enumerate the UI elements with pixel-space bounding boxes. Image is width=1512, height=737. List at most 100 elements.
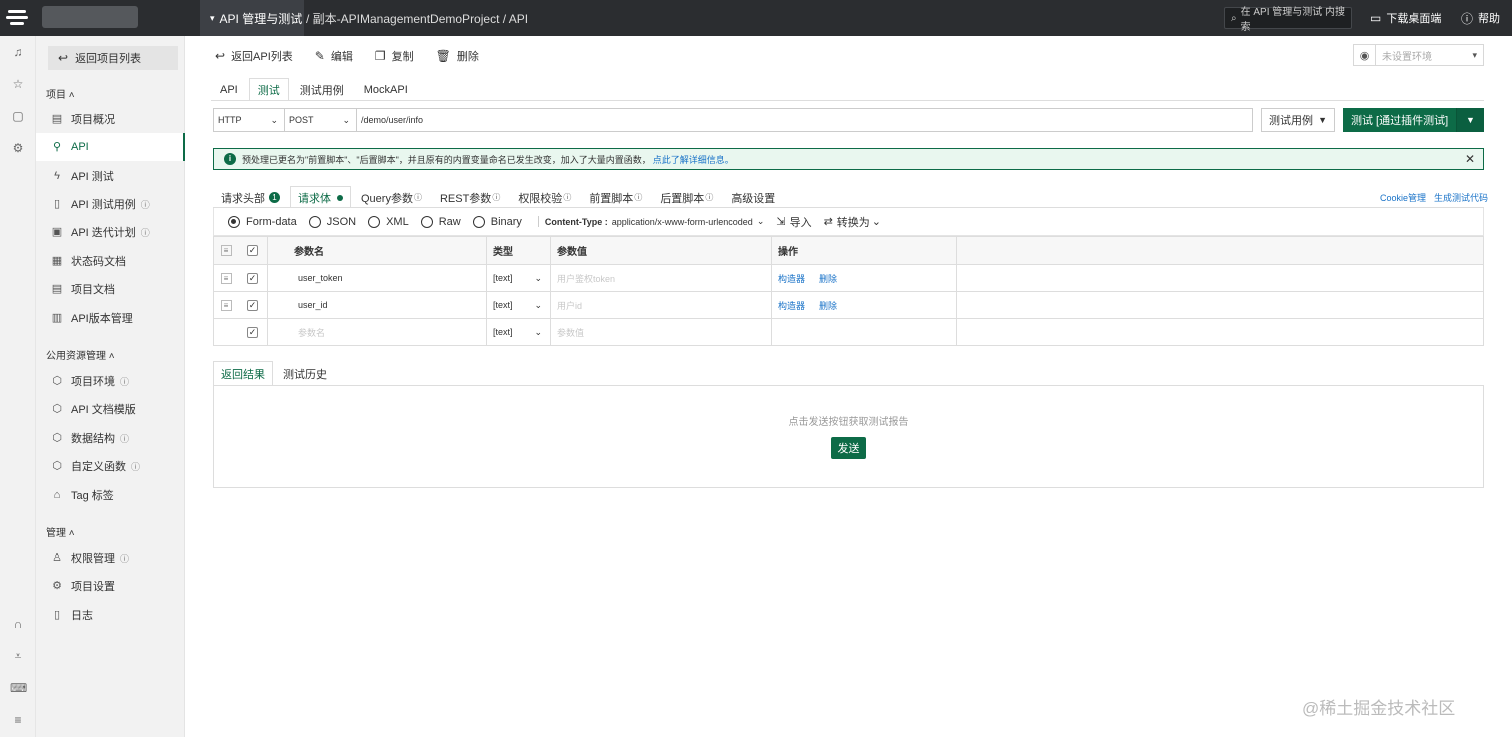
import-button[interactable]: ⇲ 导入: [776, 214, 811, 230]
blurred-account-name[interactable]: [42, 6, 138, 28]
section-manage[interactable]: 管理 ˄: [46, 524, 75, 539]
sidebar-item-project-settings[interactable]: ⚙ 项目设置: [36, 572, 185, 600]
toolbar-label: 复制: [391, 51, 414, 63]
tab-advanced[interactable]: 高级设置: [723, 186, 783, 208]
gear-icon[interactable]: ⚙: [10, 140, 26, 156]
param-name-input[interactable]: 参数名: [268, 319, 487, 345]
sidebar-item-project-docs[interactable]: ▤ 项目文档: [36, 275, 185, 303]
radio-json[interactable]: JSON: [308, 215, 356, 228]
sidebar-item-tags[interactable]: ⌂ Tag 标签: [36, 481, 185, 509]
column-type: 类型: [487, 237, 551, 264]
close-icon[interactable]: ✕: [1465, 152, 1475, 166]
sidebar-item-api-test-cases[interactable]: ▯ API 测试用例 ⓘ: [36, 190, 185, 218]
radio-binary[interactable]: Binary: [472, 215, 522, 228]
bulk-menu-cell[interactable]: ≡: [214, 237, 238, 264]
radio-raw[interactable]: Raw: [420, 215, 461, 228]
radio-xml[interactable]: XML: [368, 215, 409, 228]
method-select[interactable]: POST ⌄: [285, 108, 357, 132]
copy-button[interactable]: ❐ 复制: [375, 48, 414, 64]
tab-request-body[interactable]: 请求体: [290, 186, 351, 208]
app-logo-icon[interactable]: [4, 6, 34, 30]
content-type-select[interactable]: Content-Type : application/x-www-form-url…: [537, 216, 764, 227]
tab-request-headers[interactable]: 请求头部 1: [213, 186, 288, 208]
param-type-select[interactable]: [text] ⌄: [487, 319, 551, 345]
sidebar-item-environments[interactable]: ⬡ 项目环境 ⓘ: [36, 367, 185, 395]
tab-test-cases[interactable]: 测试用例: [291, 78, 353, 100]
row-checkbox[interactable]: ✓: [247, 272, 258, 284]
book-icon[interactable]: ▢: [10, 108, 26, 124]
sidebar-item-api-versions[interactable]: ▥ API版本管理: [36, 304, 185, 332]
sidebar-item-api[interactable]: ⚲ API: [36, 133, 185, 161]
tab-response-result[interactable]: 返回结果: [213, 361, 273, 385]
caret-down-icon: ▼: [1318, 115, 1327, 125]
param-type-select[interactable]: [text] ⌄: [487, 292, 551, 318]
search-input[interactable]: ⌕ 在 API 管理与测试 内搜索: [1224, 7, 1352, 33]
tab-test-history[interactable]: 测试历史: [275, 361, 335, 385]
project-menu[interactable]: ▾ API 管理与测试: [200, 0, 304, 36]
delete-button[interactable]: 🗑 删除: [436, 48, 479, 64]
tab-post-script[interactable]: 后置脚本 ⓘ: [652, 186, 721, 208]
sidebar-item-iteration-plan[interactable]: ▣ API 迭代计划 ⓘ: [36, 218, 185, 246]
help-button[interactable]: ⓘ 帮助: [1461, 0, 1500, 36]
keyboard-icon[interactable]: ⌨: [10, 680, 27, 696]
row-checkbox[interactable]: ✓: [247, 326, 258, 338]
tab-rest-params[interactable]: REST参数 ⓘ: [432, 186, 508, 208]
param-value-input[interactable]: 参数值: [551, 319, 772, 345]
menu-icon[interactable]: ≡: [10, 712, 26, 728]
select-all-cell[interactable]: ✓: [238, 237, 268, 264]
sidebar-item-data-structures[interactable]: ⬡ 数据结构 ⓘ: [36, 424, 185, 452]
drag-handle[interactable]: ≡: [214, 292, 238, 318]
row-checkbox[interactable]: ✓: [247, 299, 258, 311]
builder-link[interactable]: 构造器: [778, 299, 805, 312]
cookie-manage-link[interactable]: Cookie管理: [1380, 191, 1426, 204]
run-options-dropdown[interactable]: ▼: [1456, 108, 1484, 132]
sidebar-item-doc-templates[interactable]: ⬡ API 文档模版: [36, 395, 185, 423]
radio-form-data[interactable]: Form-data: [228, 215, 297, 228]
back-to-project-list-button[interactable]: ↩ 返回项目列表: [48, 46, 178, 70]
run-test-button[interactable]: 测试 [通过插件测试] ▼: [1343, 108, 1484, 132]
delete-link[interactable]: 删除: [819, 299, 837, 312]
convert-button[interactable]: ⇄ 转换为 ⌄: [824, 214, 881, 230]
tab-pre-script[interactable]: 前置脚本 ⓘ: [581, 186, 650, 208]
headset-icon[interactable]: ∩: [10, 616, 26, 632]
sidebar-item-status-codes[interactable]: ▦ 状态码文档: [36, 247, 185, 275]
edit-button[interactable]: ✎ 编辑: [315, 48, 353, 64]
test-case-select[interactable]: 测试用例 ▼: [1261, 108, 1335, 132]
notice-link[interactable]: 点此了解详细信息。: [653, 153, 734, 166]
row-check-cell[interactable]: ✓: [238, 292, 268, 318]
protocol-select[interactable]: HTTP ⌄: [213, 108, 285, 132]
tab-test[interactable]: 测试: [248, 78, 289, 100]
param-type-select[interactable]: [text] ⌄: [487, 265, 551, 291]
param-name[interactable]: user_token: [268, 265, 487, 291]
send-button[interactable]: 发送: [831, 437, 866, 459]
sidebar-item-api-test[interactable]: ϟ API 测试: [36, 162, 185, 190]
sidebar-item-custom-functions[interactable]: ⬡ 自定义函数 ⓘ: [36, 452, 185, 480]
drag-handle[interactable]: ≡: [214, 265, 238, 291]
environment-select[interactable]: ◉ 未设置环境 ▾: [1353, 44, 1484, 66]
back-to-api-list-button[interactable]: ↩ 返回API列表: [215, 48, 293, 64]
url-input[interactable]: /demo/user/info: [357, 108, 1253, 132]
section-public-resources[interactable]: 公用资源管理 ˄: [46, 347, 115, 362]
row-check-cell[interactable]: ✓: [238, 319, 268, 345]
sidebar-item-logs[interactable]: ▯ 日志: [36, 601, 185, 629]
eye-icon[interactable]: ◉: [1354, 45, 1376, 65]
tab-mockapi[interactable]: MockAPI: [355, 78, 417, 100]
delete-link[interactable]: 删除: [819, 272, 837, 285]
row-check-cell[interactable]: ✓: [238, 265, 268, 291]
sidebar-item-overview[interactable]: ▤ 项目概况: [36, 105, 185, 133]
builder-link[interactable]: 构造器: [778, 272, 805, 285]
download-icon[interactable]: ⩡: [10, 648, 26, 664]
bell-icon[interactable]: ♫: [10, 44, 26, 60]
tab-auth[interactable]: 权限校验 ⓘ: [510, 186, 579, 208]
tab-api[interactable]: API: [211, 78, 247, 100]
sidebar-item-permissions[interactable]: ♙ 权限管理 ⓘ: [36, 544, 185, 572]
download-desktop-button[interactable]: ▭ 下载桌面端: [1370, 0, 1441, 36]
tab-query-params[interactable]: Query参数 ⓘ: [353, 186, 430, 208]
param-name[interactable]: user_id: [268, 292, 487, 318]
param-value-input[interactable]: 用户鉴权token: [551, 265, 772, 291]
generate-code-link[interactable]: 生成测试代码: [1434, 191, 1488, 204]
param-value-input[interactable]: 用户id: [551, 292, 772, 318]
section-project[interactable]: 项目 ˄: [46, 86, 75, 101]
select-all-checkbox[interactable]: ✓: [247, 245, 258, 256]
star-icon[interactable]: ☆: [10, 76, 26, 92]
